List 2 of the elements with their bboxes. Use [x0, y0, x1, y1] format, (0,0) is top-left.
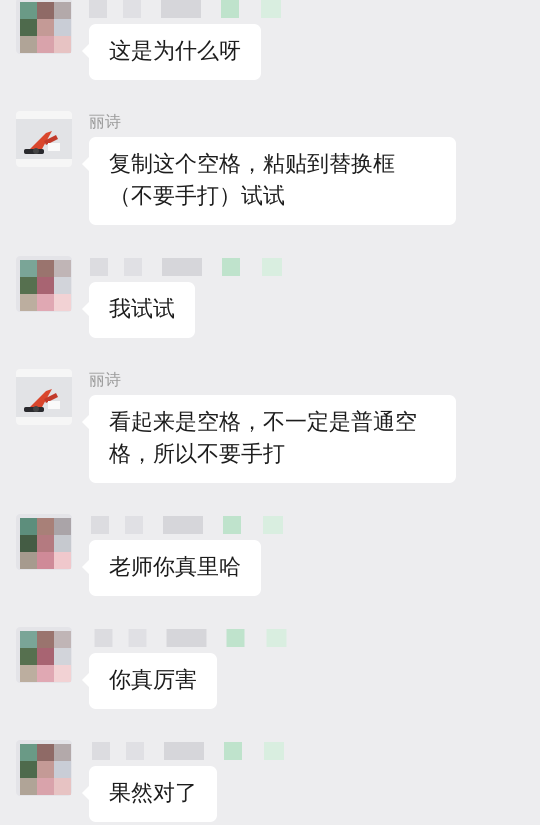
sender-name: 丽诗 — [89, 369, 121, 390]
sender-name: 丽诗 — [89, 111, 121, 132]
